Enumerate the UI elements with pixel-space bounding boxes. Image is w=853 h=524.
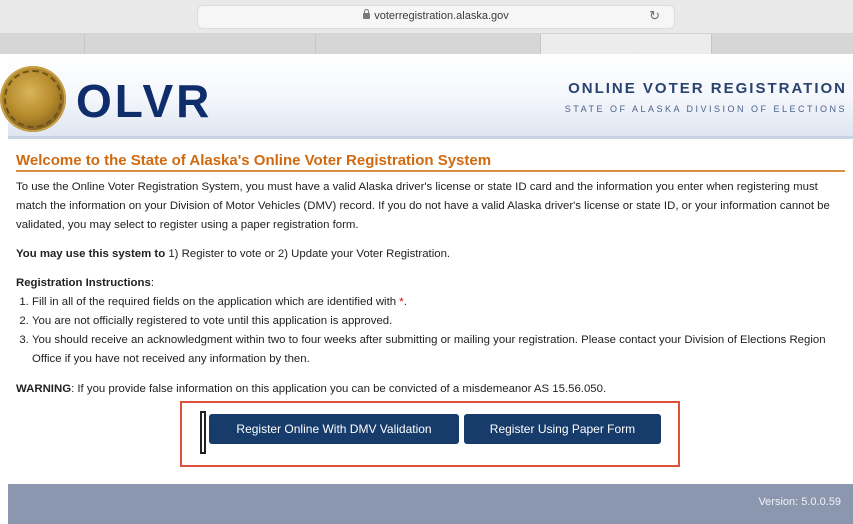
- list-item: You are not officially registered to vot…: [32, 312, 848, 331]
- version-label: Version: 5.0.0.59: [758, 496, 841, 508]
- browser-tab[interactable]: [316, 34, 541, 54]
- text-cursor-icon: [200, 411, 206, 454]
- register-dmv-button[interactable]: Register Online With DMV Validation: [209, 414, 459, 444]
- header-subtitle: STATE OF ALASKA DIVISION OF ELECTIONS: [564, 104, 847, 114]
- header-title: ONLINE VOTER REGISTRATION: [568, 80, 847, 97]
- instructions-section: Registration Instructions: Fill in all o…: [16, 274, 848, 369]
- instruction-text: Fill in all of the required fields on th…: [32, 296, 400, 308]
- instructions-colon: :: [150, 277, 154, 289]
- register-paper-button[interactable]: Register Using Paper Form: [464, 414, 661, 444]
- usage-paragraph: You may use this system to 1) Register t…: [16, 245, 848, 264]
- usage-text: 1) Register to vote or 2) Update your Vo…: [165, 248, 451, 260]
- usage-label: You may use this system to: [16, 248, 166, 260]
- intro-paragraph: To use the Online Voter Registration Sys…: [16, 181, 830, 231]
- reload-icon[interactable]: ↻: [649, 8, 660, 24]
- site-header: OLVR ONLINE VOTER REGISTRATION STATE OF …: [0, 54, 853, 139]
- url-display[interactable]: voterregistration.alaska.gov: [198, 9, 674, 22]
- tab-strip: [0, 34, 853, 54]
- browser-tab-active[interactable]: [541, 34, 712, 54]
- browser-tab[interactable]: [0, 34, 85, 54]
- seal-ring: [4, 70, 62, 128]
- page-title: Welcome to the State of Alaska's Online …: [16, 152, 845, 172]
- browser-tab[interactable]: [712, 34, 853, 54]
- page-footer: Version: 5.0.0.59: [8, 484, 853, 524]
- address-bar[interactable]: voterregistration.alaska.gov ↻: [197, 5, 675, 29]
- state-seal-icon: [0, 66, 66, 132]
- instructions-list: Fill in all of the required fields on th…: [16, 293, 848, 369]
- url-text: voterregistration.alaska.gov: [374, 10, 509, 22]
- warning-text: : If you provide false information on th…: [71, 383, 607, 395]
- browser-toolbar: voterregistration.alaska.gov ↻: [0, 0, 853, 34]
- warning-label: WARNING: [16, 383, 72, 395]
- lock-icon: [363, 9, 371, 19]
- instructions-label: Registration Instructions: [16, 277, 151, 289]
- main-content: Welcome to the State of Alaska's Online …: [8, 152, 853, 484]
- list-item: You should receive an acknowledgment wit…: [32, 331, 848, 369]
- list-item: Fill in all of the required fields on th…: [32, 293, 848, 312]
- browser-tab[interactable]: [85, 34, 316, 54]
- warning-paragraph: WARNING: If you provide false informatio…: [16, 380, 848, 399]
- olvr-logo: OLVR: [76, 75, 213, 127]
- instruction-period: .: [403, 296, 407, 308]
